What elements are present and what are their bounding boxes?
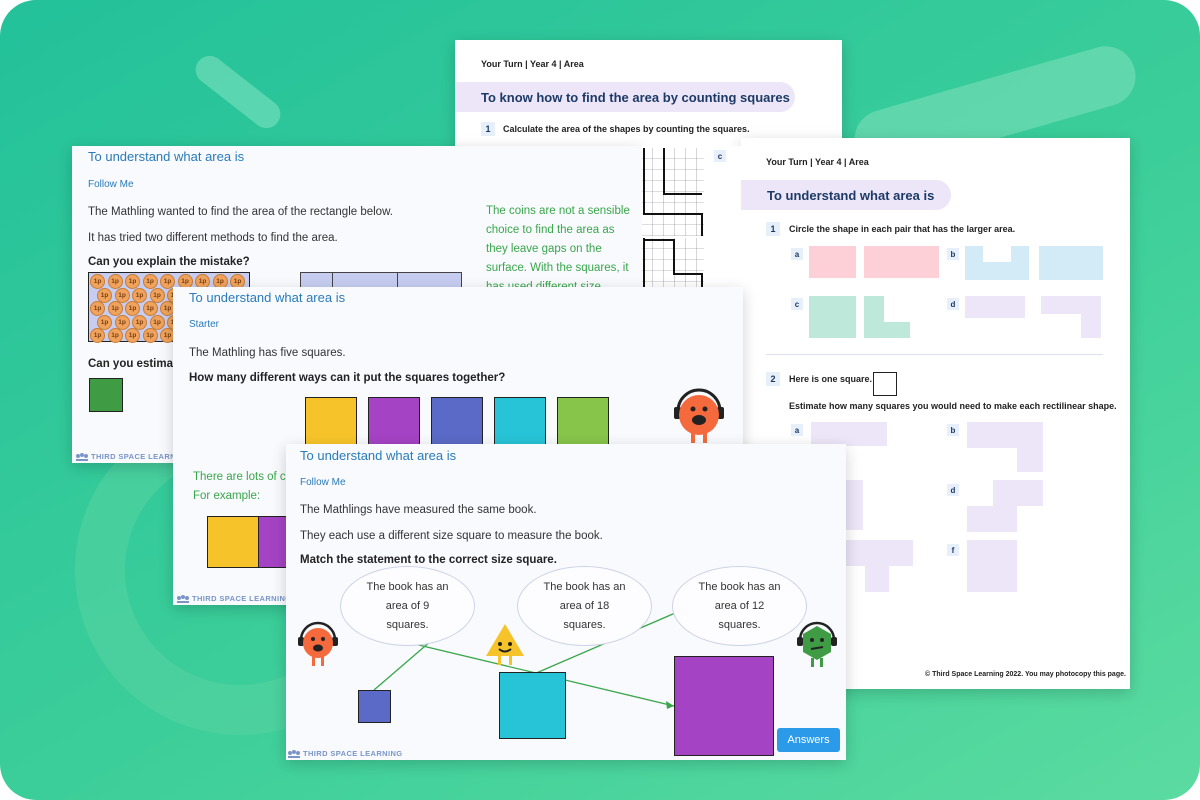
label-2b: b xyxy=(947,424,959,436)
colored-square xyxy=(494,397,546,449)
rect-shape-f xyxy=(967,540,1017,592)
mathling-green xyxy=(794,620,840,673)
medium-square xyxy=(499,672,566,739)
mathling-yellow xyxy=(484,622,526,673)
question-text: Calculate the area of the shapes by coun… xyxy=(503,124,750,134)
slide-match-statements[interactable]: To understand what area is Follow Me The… xyxy=(286,444,846,760)
mathling-orange xyxy=(294,620,342,673)
shape-d2 xyxy=(1041,296,1101,338)
mathling-orange xyxy=(669,387,729,452)
colored-square xyxy=(431,397,483,449)
slide-title: To understand what area is xyxy=(189,290,346,305)
small-square xyxy=(358,690,391,723)
speech-bubble-12: The book has an area of 12 squares. xyxy=(672,566,807,646)
answer-text-1: There are lots of c xyxy=(193,471,286,483)
slide-question: Can you explain the mistake? xyxy=(88,256,250,268)
shape-a1 xyxy=(809,246,856,278)
slide-section: Starter xyxy=(189,319,220,330)
question-2-number: 2 xyxy=(766,372,780,386)
example-square-purple xyxy=(258,516,288,568)
example-square-yellow xyxy=(207,516,259,568)
colored-square xyxy=(305,397,357,449)
estimate-question: Can you estimat xyxy=(88,358,177,370)
coin: 1p xyxy=(107,301,123,316)
rect-shape-a xyxy=(811,422,887,446)
label-2f: f xyxy=(947,544,959,556)
copyright-footer: © Third Space Learning 2022. You may pho… xyxy=(925,671,1126,678)
shape-b2 xyxy=(1039,246,1103,280)
rect-shape-b xyxy=(967,422,1043,472)
question-number: 1 xyxy=(481,122,495,136)
coin: 1p xyxy=(90,328,105,343)
slide-section: Follow Me xyxy=(88,179,134,190)
large-square xyxy=(674,656,774,756)
coin: 1p xyxy=(125,328,140,343)
green-square xyxy=(89,378,123,412)
slide-title: To understand what area is xyxy=(88,149,245,164)
shape-d1 xyxy=(965,296,1025,318)
decorative-bar-left xyxy=(189,50,287,134)
shape-a2 xyxy=(864,246,939,278)
shape-c1 xyxy=(809,296,856,338)
label-c-grid: c xyxy=(714,150,726,162)
shape-b1 xyxy=(965,246,1029,280)
brand-logo: THIRD SPACE LEARNING xyxy=(288,749,403,758)
question-1-number: 1 xyxy=(766,222,780,236)
coin: 1p xyxy=(125,274,140,289)
grid-shape-1 xyxy=(642,148,704,236)
shape-c2 xyxy=(864,296,910,338)
grid-shapes-strip: c xyxy=(642,146,741,292)
colored-square xyxy=(368,397,420,449)
worksheet-header: Your Turn | Year 4 | Area xyxy=(481,59,584,69)
divider xyxy=(766,354,1103,355)
question-2-text: Here is one square. xyxy=(789,374,873,384)
question-2-text-2: Estimate how many squares you would need… xyxy=(789,401,1117,411)
unit-square xyxy=(873,372,897,396)
worksheet-header: Your Turn | Year 4 | Area xyxy=(766,157,869,167)
label-2d: d xyxy=(947,484,959,496)
rect-shape-e xyxy=(843,540,913,592)
answer-text-2: For example: xyxy=(193,490,261,502)
colored-square xyxy=(557,397,609,449)
label-d: d xyxy=(947,298,959,310)
worksheet-title: To know how to find the area by counting… xyxy=(455,82,795,112)
explanation-text: The coins are not a sensible choice to f… xyxy=(486,205,630,292)
label-c: c xyxy=(791,298,803,310)
worksheet-title: To understand what area is xyxy=(741,180,951,210)
coin: 1p xyxy=(107,274,123,289)
slide-text-2: It has tried two different methods to fi… xyxy=(88,232,338,244)
label-a: a xyxy=(791,248,803,260)
coin: 1p xyxy=(125,301,140,316)
slide-question: How many different ways can it put the s… xyxy=(189,372,506,384)
slide-text-1: The Mathling has five squares. xyxy=(189,347,346,359)
coin: 1p xyxy=(107,328,123,343)
label-2a: a xyxy=(791,424,803,436)
question-1-text: Circle the shape in each pair that has t… xyxy=(789,224,1016,234)
coin: 1p xyxy=(90,274,105,289)
label-b: b xyxy=(947,248,959,260)
speech-bubble-18: The book has an area of 18 squares. xyxy=(517,566,652,646)
rect-shape-c xyxy=(843,480,863,530)
grid-shape-2 xyxy=(642,238,704,292)
coin: 1p xyxy=(142,301,158,316)
coin: 1p xyxy=(90,301,105,316)
rect-shape-d xyxy=(967,480,1043,532)
speech-bubble-9: The book has an area of 9 squares. xyxy=(340,566,475,646)
answers-button[interactable]: Answers xyxy=(777,728,840,752)
coin: 1p xyxy=(142,328,158,343)
slide-text-1: The Mathling wanted to find the area of … xyxy=(88,206,393,218)
brand-logo: THIRD SPACE LEARNING xyxy=(177,594,292,603)
coin: 1p xyxy=(142,274,158,289)
